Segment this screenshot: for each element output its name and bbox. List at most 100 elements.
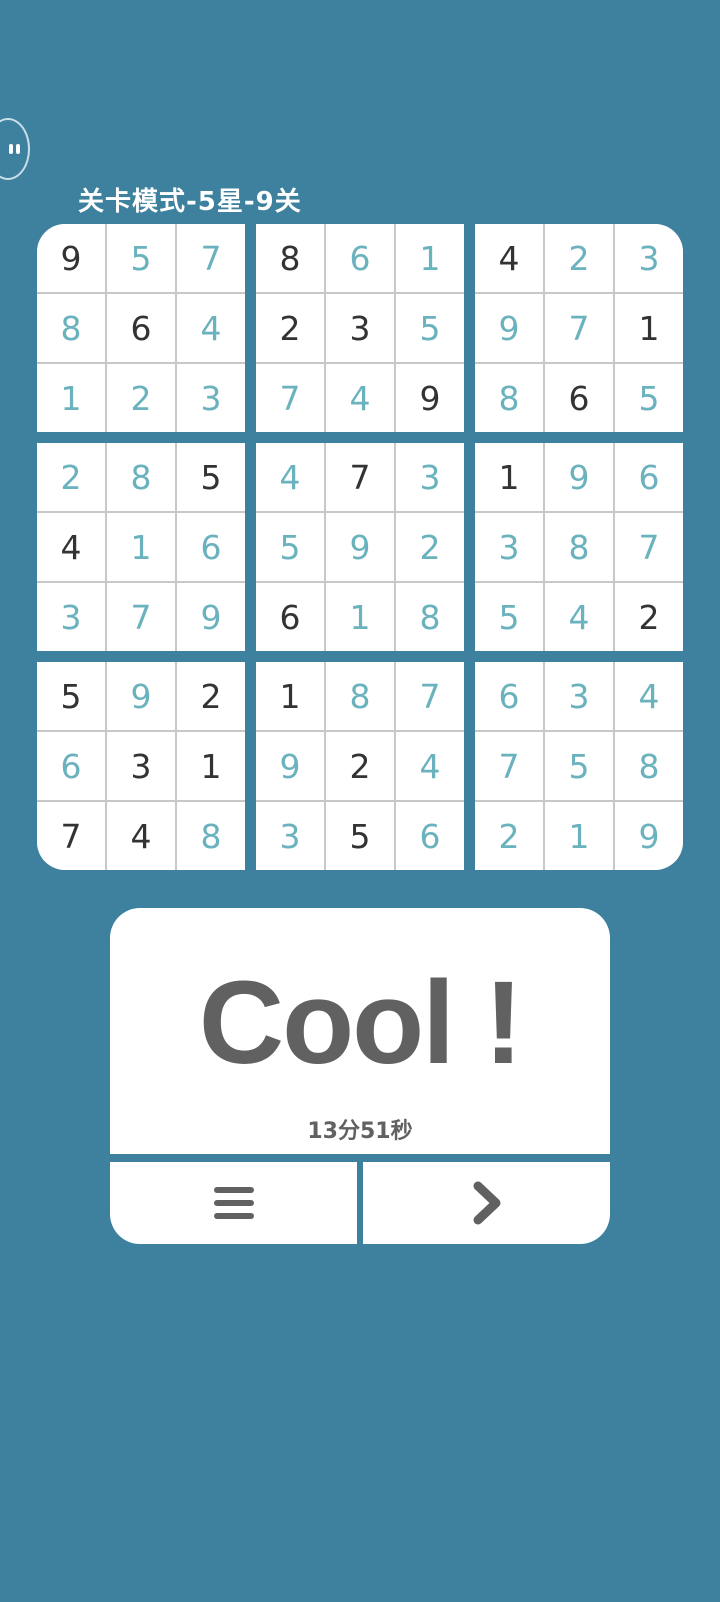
sudoku-cell[interactable]: 8 — [396, 583, 464, 651]
result-message: Cool ! — [198, 957, 523, 1089]
sudoku-cell[interactable]: 8 — [256, 224, 324, 292]
menu-icon — [213, 1187, 254, 1219]
sudoku-cell[interactable]: 5 — [107, 224, 175, 292]
sudoku-cell[interactable]: 5 — [37, 662, 105, 730]
sudoku-cell[interactable]: 1 — [37, 364, 105, 432]
pause-icon — [8, 144, 20, 154]
sudoku-cell[interactable]: 1 — [545, 802, 613, 870]
sudoku-cell[interactable]: 7 — [615, 513, 683, 581]
chevron-right-icon — [473, 1181, 500, 1225]
sudoku-box: 473 592 618 — [256, 443, 464, 651]
sudoku-cell[interactable]: 8 — [107, 443, 175, 511]
sudoku-cell[interactable]: 9 — [177, 583, 245, 651]
level-title: 关卡模式-5星-9关 — [78, 187, 302, 217]
sudoku-board: 9578641238612357494239718652854163794735… — [37, 224, 683, 870]
sudoku-cell[interactable]: 7 — [545, 294, 613, 362]
sudoku-cell[interactable]: 2 — [615, 583, 683, 651]
sudoku-box: 285 416 379 — [37, 443, 245, 651]
sudoku-cell[interactable]: 9 — [326, 513, 394, 581]
sudoku-cell[interactable]: 9 — [256, 732, 324, 800]
sudoku-cell[interactable]: 6 — [396, 802, 464, 870]
sudoku-cell[interactable]: 5 — [256, 513, 324, 581]
sudoku-cell[interactable]: 5 — [545, 732, 613, 800]
sudoku-cell[interactable]: 2 — [107, 364, 175, 432]
sudoku-cell[interactable]: 3 — [475, 513, 543, 581]
sudoku-cell[interactable]: 8 — [177, 802, 245, 870]
sudoku-cell[interactable]: 3 — [545, 662, 613, 730]
sudoku-cell[interactable]: 8 — [615, 732, 683, 800]
sudoku-cell[interactable]: 3 — [37, 583, 105, 651]
sudoku-cell[interactable]: 6 — [37, 732, 105, 800]
sudoku-cell[interactable]: 9 — [545, 443, 613, 511]
sudoku-cell[interactable]: 1 — [107, 513, 175, 581]
sudoku-cell[interactable]: 2 — [326, 732, 394, 800]
sudoku-cell[interactable]: 8 — [545, 513, 613, 581]
sudoku-cell[interactable]: 3 — [326, 294, 394, 362]
sudoku-cell[interactable]: 9 — [615, 802, 683, 870]
sudoku-cell[interactable]: 7 — [177, 224, 245, 292]
result-card: Cool ! 13分51秒 — [110, 908, 610, 1154]
sudoku-cell[interactable]: 2 — [37, 443, 105, 511]
sudoku-cell[interactable]: 6 — [326, 224, 394, 292]
sudoku-cell[interactable]: 2 — [177, 662, 245, 730]
sudoku-cell[interactable]: 4 — [615, 662, 683, 730]
sudoku-cell[interactable]: 3 — [615, 224, 683, 292]
sudoku-box: 957 864 123 — [37, 224, 245, 432]
sudoku-cell[interactable]: 7 — [475, 732, 543, 800]
sudoku-cell[interactable]: 3 — [177, 364, 245, 432]
sudoku-cell[interactable]: 1 — [615, 294, 683, 362]
sudoku-cell[interactable]: 1 — [177, 732, 245, 800]
sudoku-cell[interactable]: 3 — [256, 802, 324, 870]
sudoku-cell[interactable]: 9 — [396, 364, 464, 432]
sudoku-box: 423 971 865 — [475, 224, 683, 432]
sudoku-cell[interactable]: 8 — [475, 364, 543, 432]
sudoku-cell[interactable]: 5 — [326, 802, 394, 870]
sudoku-cell[interactable]: 2 — [475, 802, 543, 870]
sudoku-box: 634 758 219 — [475, 662, 683, 870]
menu-button[interactable] — [110, 1162, 357, 1244]
sudoku-cell[interactable]: 9 — [107, 662, 175, 730]
sudoku-cell[interactable]: 7 — [396, 662, 464, 730]
sudoku-cell[interactable]: 4 — [475, 224, 543, 292]
sudoku-cell[interactable]: 1 — [326, 583, 394, 651]
sudoku-cell[interactable]: 2 — [256, 294, 324, 362]
sudoku-cell[interactable]: 7 — [107, 583, 175, 651]
pause-button[interactable] — [0, 118, 30, 180]
sudoku-cell[interactable]: 5 — [615, 364, 683, 432]
next-level-button[interactable] — [363, 1162, 610, 1244]
completion-time: 13分51秒 — [307, 1119, 413, 1144]
sudoku-cell[interactable]: 4 — [37, 513, 105, 581]
sudoku-cell[interactable]: 2 — [545, 224, 613, 292]
sudoku-cell[interactable]: 5 — [396, 294, 464, 362]
sudoku-cell[interactable]: 3 — [107, 732, 175, 800]
sudoku-cell[interactable]: 4 — [396, 732, 464, 800]
sudoku-cell[interactable]: 6 — [107, 294, 175, 362]
sudoku-cell[interactable]: 1 — [256, 662, 324, 730]
sudoku-box: 861 235 749 — [256, 224, 464, 432]
sudoku-cell[interactable]: 6 — [256, 583, 324, 651]
sudoku-cell[interactable]: 4 — [107, 802, 175, 870]
sudoku-cell[interactable]: 4 — [177, 294, 245, 362]
sudoku-cell[interactable]: 4 — [256, 443, 324, 511]
sudoku-cell[interactable]: 7 — [37, 802, 105, 870]
sudoku-cell[interactable]: 9 — [37, 224, 105, 292]
sudoku-cell[interactable]: 6 — [615, 443, 683, 511]
sudoku-cell[interactable]: 1 — [396, 224, 464, 292]
sudoku-cell[interactable]: 5 — [177, 443, 245, 511]
sudoku-cell[interactable]: 8 — [326, 662, 394, 730]
sudoku-cell[interactable]: 6 — [177, 513, 245, 581]
sudoku-cell[interactable]: 1 — [475, 443, 543, 511]
sudoku-cell[interactable]: 7 — [256, 364, 324, 432]
sudoku-cell[interactable]: 4 — [326, 364, 394, 432]
sudoku-cell[interactable]: 6 — [475, 662, 543, 730]
sudoku-box: 592 631 748 — [37, 662, 245, 870]
sudoku-cell[interactable]: 3 — [396, 443, 464, 511]
sudoku-cell[interactable]: 7 — [326, 443, 394, 511]
sudoku-cell[interactable]: 4 — [545, 583, 613, 651]
sudoku-cell[interactable]: 2 — [396, 513, 464, 581]
sudoku-box: 196 387 542 — [475, 443, 683, 651]
sudoku-cell[interactable]: 6 — [545, 364, 613, 432]
sudoku-cell[interactable]: 9 — [475, 294, 543, 362]
sudoku-cell[interactable]: 8 — [37, 294, 105, 362]
sudoku-cell[interactable]: 5 — [475, 583, 543, 651]
